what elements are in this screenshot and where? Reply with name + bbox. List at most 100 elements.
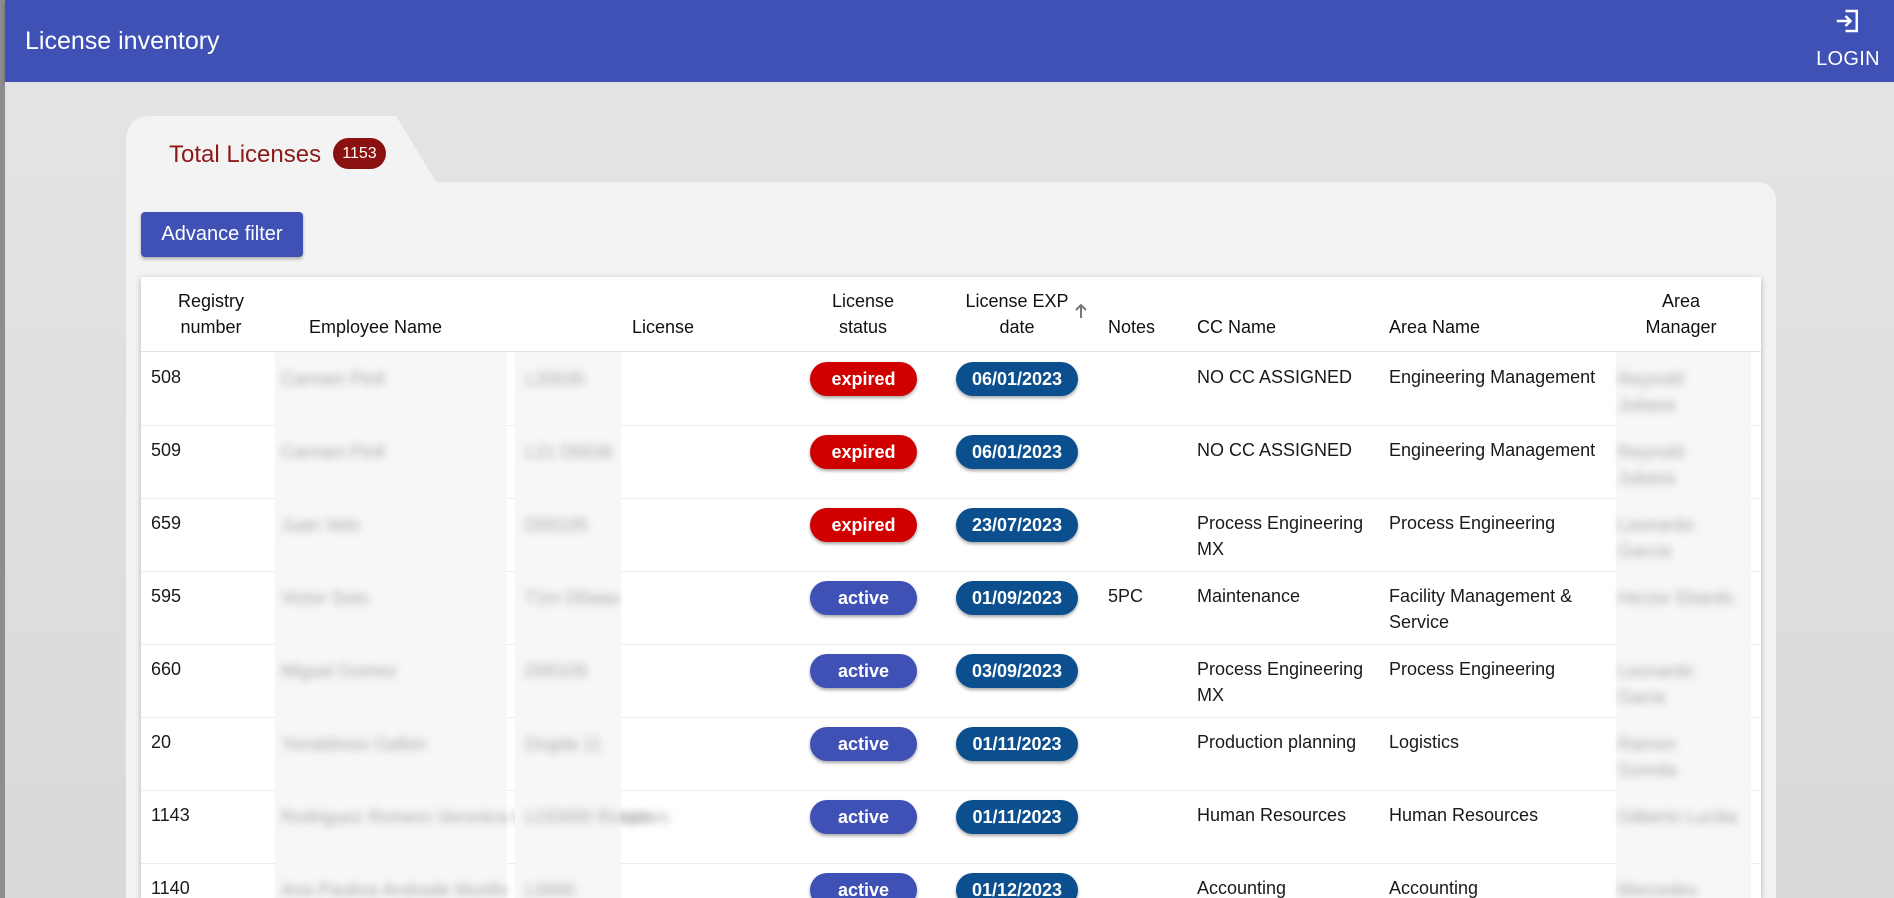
table-row[interactable]: 509 Carmen Pintl L21 D0036 expired 06/01/202… [141, 425, 1761, 499]
header-license-status[interactable]: License status [803, 288, 923, 340]
registry-number-cell: 1140 [151, 878, 190, 898]
employee-name-cell-redacted: Rodriguez Romero Veronica Maria Guadalup… [275, 790, 650, 863]
license-cell-redacted: LOD000 Rommes [515, 790, 669, 863]
header-exp-line1: License EXP [965, 291, 1069, 311]
header-status-line1: License [831, 291, 895, 311]
table-row[interactable]: 1140 Ana Paulina Andrade Murillo L0000 acti… [141, 863, 1761, 898]
license-status-badge: active [810, 873, 917, 898]
license-table: Registry number Employee Name License Li… [141, 277, 1761, 898]
login-label: LOGIN [1816, 48, 1880, 70]
cc-name-cell: NO CC ASSIGNED [1197, 367, 1353, 387]
cc-name-cell: Accounting [1197, 878, 1287, 898]
area-manager-cell-redacted: Leonardo Gacia [1616, 644, 1751, 717]
area-manager-cell-redacted: Hector Ebardo [1616, 571, 1751, 644]
header-registry-number[interactable]: Registry number [159, 288, 263, 340]
cc-name-cell: Production planning [1197, 732, 1357, 752]
license-cell-redacted: L20035 [515, 352, 621, 425]
registry-number-cell: 595 [151, 586, 182, 606]
license-status-badge: expired [810, 435, 917, 469]
license-cell-redacted: L21 D0036 [515, 425, 621, 498]
employee-name-cell-redacted: Carmen Pintl [275, 352, 507, 425]
area-name-cell: Engineering Management [1389, 440, 1596, 460]
table-row[interactable]: 595 Victor Soto T1m D0aaa active 01/09/2023 5… [141, 571, 1761, 645]
area-manager-cell-redacted: Reynold Juliana [1616, 425, 1751, 498]
license-status-badge: expired [810, 508, 917, 542]
license-status-badge: active [810, 581, 917, 615]
cc-name-cell: Maintenance [1197, 586, 1301, 606]
area-manager-cell-redacted: Gilberto Lucilia [1616, 790, 1751, 863]
table-row[interactable]: 659 Juan Velo D00105 expired 23/07/2023 Proce… [141, 498, 1761, 572]
employee-name-cell-redacted: Miguel Gomez [275, 644, 507, 717]
header-manager-line1: Area [1661, 291, 1701, 311]
header-status-line2: status [838, 317, 888, 337]
employee-name-cell-redacted: Ana Paulina Andrade Murillo [275, 863, 508, 898]
license-exp-date-badge: 23/07/2023 [956, 508, 1078, 542]
header-license-exp-date[interactable]: License EXP date [954, 288, 1080, 340]
table-row[interactable]: 20 Yonaldress Gallon Dogda 11 active 01/11/2… [141, 717, 1761, 791]
area-name-cell: Process Engineering [1389, 513, 1556, 533]
area-name-cell: Process Engineering [1389, 659, 1556, 679]
app-bar: License inventory LOGIN [5, 0, 1894, 82]
employee-name-cell-redacted: Carmen Pintl [275, 425, 507, 498]
table-row[interactable]: 508 Carmen Pintl L20035 expired 06/01/2023 NO… [141, 352, 1761, 426]
area-name-cell: Accounting [1389, 878, 1479, 898]
header-notes[interactable]: Notes [1108, 314, 1155, 340]
area-manager-cell-redacted: Ramon Gomda [1616, 717, 1751, 790]
tab-title: Total Licenses [169, 141, 322, 168]
app-title: License inventory [25, 27, 220, 55]
license-exp-date-badge: 01/11/2023 [956, 727, 1078, 761]
area-manager-cell-redacted: Reynold Juliana [1616, 352, 1751, 425]
registry-number-cell: 509 [151, 440, 182, 460]
login-button[interactable]: LOGIN [1812, 6, 1884, 71]
license-exp-date-badge: 03/09/2023 [956, 654, 1078, 688]
header-manager-line2: Manager [1645, 317, 1717, 337]
area-name-cell: Logistics [1389, 732, 1460, 752]
cc-name-cell: Process Engineering MX [1197, 659, 1364, 705]
license-exp-date-badge: 01/12/2023 [956, 873, 1078, 898]
license-cell-redacted: L0000 [515, 863, 621, 898]
table-row[interactable]: 660 Miguel Gomez D00105 active 03/09/2023 Pro… [141, 644, 1761, 718]
employee-name-cell-redacted: Victor Soto [275, 571, 507, 644]
license-status-badge: active [810, 654, 917, 688]
header-cc-name[interactable]: CC Name [1197, 314, 1276, 340]
registry-number-cell: 660 [151, 659, 182, 679]
registry-number-cell: 508 [151, 367, 182, 387]
registry-number-cell: 1143 [151, 805, 190, 825]
table-header: Registry number Employee Name License Li… [141, 277, 1761, 352]
license-status-badge: active [810, 727, 917, 761]
employee-name-cell-redacted: Yonaldress Gallon [275, 717, 507, 790]
advance-filter-button[interactable]: Advance filter [141, 212, 303, 257]
header-employee-name[interactable]: Employee Name [309, 314, 442, 340]
header-license[interactable]: License [632, 314, 694, 340]
header-exp-line2: date [999, 317, 1035, 337]
area-name-cell: Engineering Management [1389, 367, 1596, 387]
sort-arrow-up-icon[interactable] [1073, 302, 1089, 320]
area-name-cell: Human Resources [1389, 805, 1539, 825]
registry-number-cell: 20 [151, 732, 172, 752]
license-cell-redacted: D00105 [515, 644, 621, 717]
cc-name-cell: Human Resources [1197, 805, 1347, 825]
header-area-name[interactable]: Area Name [1389, 314, 1480, 340]
header-area-manager[interactable]: Area Manager [1616, 288, 1746, 340]
license-cell-redacted: T1m D0aaa [515, 571, 621, 644]
registry-number-cell: 659 [151, 513, 182, 533]
employee-name-cell-redacted: Juan Velo [275, 498, 507, 571]
license-count-badge: 1153 [333, 138, 386, 169]
cc-name-cell: NO CC ASSIGNED [1197, 440, 1353, 460]
license-cell-redacted: D00105 [515, 498, 621, 571]
header-registry-line1: Registry [177, 291, 244, 311]
login-icon [1836, 9, 1858, 33]
notes-cell: 5PC [1108, 586, 1144, 606]
area-manager-cell-redacted: Mercedes [1616, 863, 1751, 898]
area-manager-cell-redacted: Leonardo Garcia [1616, 498, 1751, 571]
license-status-badge: expired [810, 362, 917, 396]
license-exp-date-badge: 06/01/2023 [956, 435, 1078, 469]
area-name-cell: Facility Management & Service [1389, 586, 1573, 632]
license-exp-date-badge: 01/11/2023 [956, 800, 1078, 834]
cc-name-cell: Process Engineering MX [1197, 513, 1364, 559]
license-exp-date-badge: 01/09/2023 [956, 581, 1078, 615]
license-status-badge: active [810, 800, 917, 834]
header-registry-line2: number [180, 317, 242, 337]
license-cell-redacted: Dogda 11 [515, 717, 621, 790]
table-row[interactable]: 1143 Rodriguez Romero Veronica Maria Guad… [141, 790, 1761, 864]
